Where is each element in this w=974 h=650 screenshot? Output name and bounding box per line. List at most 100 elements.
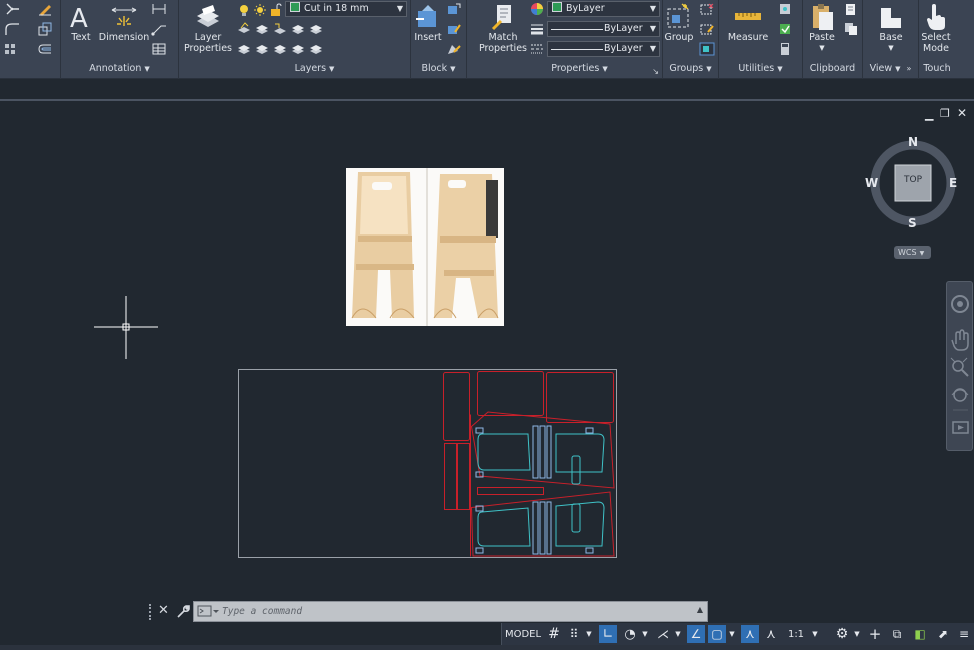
model-space-button[interactable]: MODEL — [504, 625, 542, 643]
plus-icon[interactable]: + — [866, 625, 884, 643]
color-dropdown[interactable]: ByLayer ▼ — [547, 1, 660, 17]
annotation-scale-dropdown-icon[interactable]: ▼ — [810, 625, 820, 643]
layer-thaw-icon[interactable] — [252, 3, 268, 17]
layer-merge-icon[interactable] — [290, 42, 306, 56]
command-history-up-icon[interactable]: ▲ — [697, 605, 703, 614]
steering-wheel-icon[interactable] — [951, 295, 969, 313]
pan-icon[interactable] — [951, 329, 969, 351]
utilities-panel-title[interactable]: Utilities ▼ — [719, 63, 802, 77]
hardware-acceleration-icon[interactable]: ◧ — [910, 625, 930, 643]
copy-clip-icon[interactable] — [843, 22, 859, 36]
object-snap-dropdown-icon[interactable]: ▼ — [727, 625, 737, 643]
layer-walk-icon[interactable] — [290, 22, 306, 36]
clean-screen-icon[interactable]: ⬈ — [934, 625, 952, 643]
snap-grid-icon[interactable]: ⠿ — [565, 625, 583, 643]
polar-tracking-icon[interactable]: ◔ — [621, 625, 639, 643]
match-properties-button[interactable]: Match Properties — [477, 2, 529, 54]
annotation-scale[interactable]: 1:1 — [783, 625, 809, 643]
layer-previous-icon[interactable] — [272, 22, 288, 36]
scale-icon[interactable] — [37, 22, 53, 36]
grid-icon[interactable]: # — [545, 625, 563, 643]
linetype-dropdown[interactable]: ByLayer ▼ — [547, 41, 660, 57]
object-snap-icon[interactable]: ▢ — [708, 625, 726, 643]
workspace-dropdown-icon[interactable]: ▼ — [852, 625, 862, 643]
viewport-close-icon[interactable]: ✕ — [957, 106, 967, 120]
ungroup-icon[interactable] — [699, 2, 715, 16]
layers-panel-title[interactable]: Layers ▼ — [219, 63, 410, 77]
group-button[interactable]: Group — [664, 2, 694, 43]
id-point-icon[interactable] — [777, 2, 793, 16]
layer-match-icon[interactable] — [254, 22, 270, 36]
calculator-icon[interactable] — [777, 42, 793, 56]
command-input[interactable] — [222, 603, 692, 620]
layer-unlock-icon[interactable] — [268, 3, 284, 17]
snap-dropdown-icon[interactable]: ▼ — [584, 625, 594, 643]
command-line-close-icon[interactable]: ✕ — [158, 603, 169, 618]
array-icon[interactable] — [4, 42, 20, 56]
polar-dropdown-icon[interactable]: ▼ — [640, 625, 650, 643]
group-selection-icon[interactable] — [699, 42, 715, 56]
offset-icon[interactable] — [37, 42, 53, 56]
insert-button[interactable]: Insert — [414, 2, 442, 43]
annotation-panel-title[interactable]: Annotation ▼ — [61, 63, 178, 77]
properties-panel-title[interactable]: Properties ▼ — [507, 63, 652, 77]
linear-dimension-icon[interactable] — [151, 2, 167, 16]
command-line-grip[interactable] — [149, 604, 155, 620]
create-block-icon[interactable] — [446, 2, 462, 16]
layer-delete-icon[interactable] — [308, 42, 324, 56]
isometric-icon[interactable]: ⋌ — [654, 625, 672, 643]
annotation-visibility-icon[interactable]: ⋏ — [741, 625, 759, 643]
customize-wrench-icon[interactable] — [176, 603, 190, 619]
edit-block-icon[interactable] — [446, 22, 462, 36]
touch-panel-title[interactable]: Touch — [919, 63, 955, 77]
properties-dialog-launcher-icon[interactable]: ↘ — [652, 67, 659, 76]
view-panel-title[interactable]: View ▼» — [863, 63, 918, 77]
zoom-extents-icon[interactable] — [950, 357, 969, 377]
groups-panel-title[interactable]: Groups ▼ — [663, 63, 718, 77]
table-icon[interactable] — [151, 42, 167, 56]
isometric-dropdown-icon[interactable]: ▼ — [673, 625, 683, 643]
orbit-icon[interactable] — [951, 388, 969, 402]
viewcube-top-face[interactable]: TOP — [895, 175, 931, 185]
ortho-icon[interactable]: ∟ — [599, 625, 617, 643]
measure-button[interactable]: Measure — [725, 2, 771, 43]
compass-west[interactable]: W — [865, 176, 878, 190]
wcs-menu[interactable]: WCS ▼ — [894, 246, 931, 259]
object-snap-tracking-icon[interactable]: ∠ — [687, 625, 705, 643]
trim-icon[interactable] — [4, 2, 20, 16]
paste-button[interactable]: Paste ▼ — [805, 2, 839, 54]
compass-south[interactable]: S — [908, 216, 917, 230]
layer-isolate-icon[interactable] — [236, 22, 252, 36]
compass-north[interactable]: N — [908, 135, 918, 149]
layer-on-icon[interactable] — [236, 3, 252, 17]
layer-off-icon[interactable] — [236, 42, 252, 56]
drawing-viewport[interactable] — [0, 101, 974, 623]
erase-icon[interactable] — [37, 2, 53, 16]
workspace-gear-icon[interactable]: ⚙ — [833, 625, 851, 643]
select-mode-button[interactable]: Select Mode — [919, 2, 953, 54]
compass-east[interactable]: E — [949, 176, 957, 190]
lineweight-dropdown[interactable]: ByLayer ▼ — [547, 21, 660, 37]
fillet-icon[interactable] — [4, 22, 20, 36]
edit-attributes-icon[interactable] — [446, 42, 462, 56]
block-panel-title[interactable]: Block ▼ — [411, 63, 466, 77]
group-edit-icon[interactable] — [699, 22, 715, 36]
viewport-restore-icon[interactable]: ❐ — [940, 107, 950, 120]
leader-icon[interactable] — [151, 22, 167, 36]
viewcube[interactable]: TOP N S E W — [865, 135, 958, 230]
base-button[interactable]: Base ▼ — [871, 2, 911, 54]
layer-copy-icon[interactable] — [272, 42, 288, 56]
text-button[interactable]: A Text — [67, 2, 95, 43]
showmotion-icon[interactable] — [952, 421, 969, 434]
auto-scale-icon[interactable]: ⋏ — [762, 625, 780, 643]
quick-select-icon[interactable] — [777, 22, 793, 36]
command-prompt-icon[interactable] — [197, 605, 219, 618]
dimension-button[interactable]: Dimension — [99, 2, 149, 43]
layer-lock-icon[interactable] — [254, 42, 270, 56]
clipboard-panel-title[interactable]: Clipboard — [803, 63, 862, 77]
viewport-minimize-icon[interactable]: ▁ — [925, 108, 933, 121]
customization-menu-icon[interactable]: ≡ — [956, 625, 972, 643]
isolate-objects-icon[interactable]: ⧉ — [888, 625, 906, 643]
layer-freeze-icon[interactable] — [308, 22, 324, 36]
layer-properties-button[interactable]: Layer Properties — [183, 2, 233, 54]
